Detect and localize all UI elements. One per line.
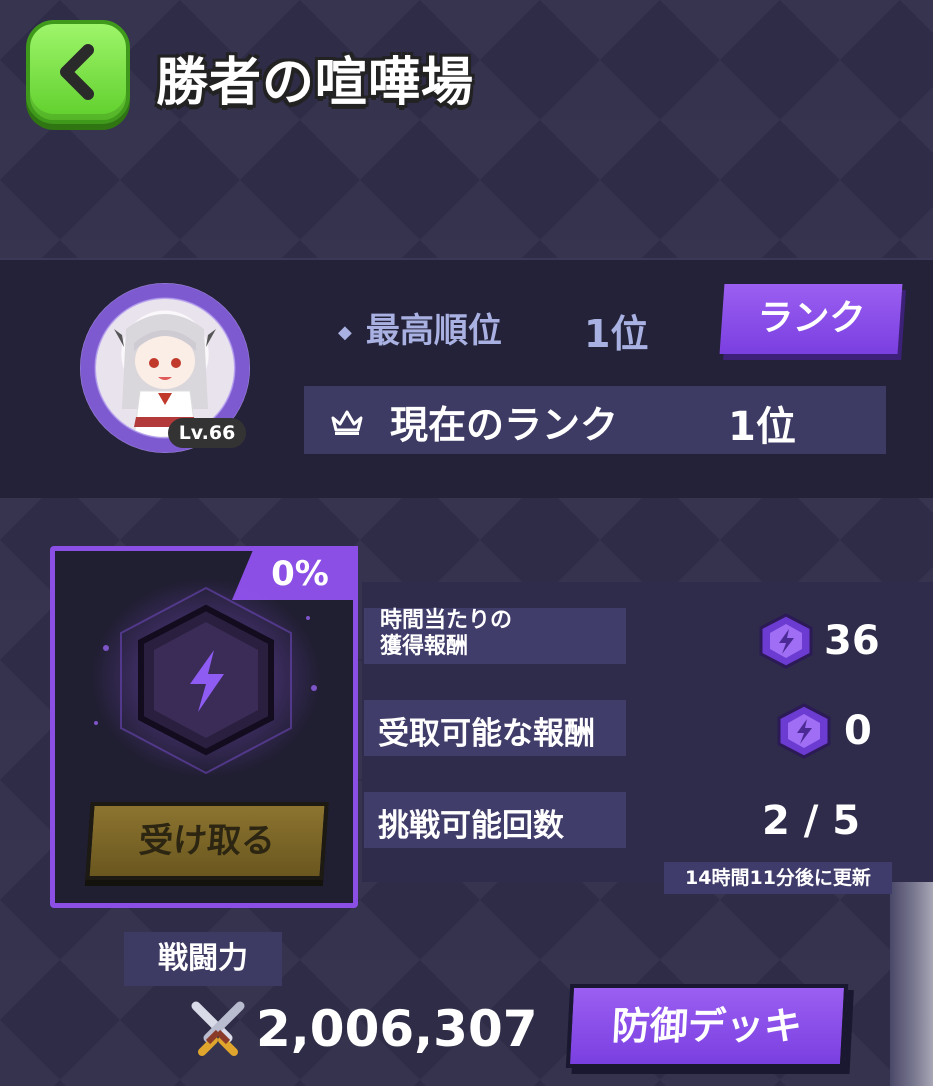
energy-gem-icon (86, 578, 326, 792)
power-label: 戦闘力 (124, 932, 282, 986)
hourly-label: 時間当たりの 獲得報酬 (380, 608, 512, 660)
hourly-reward-value: 36 (824, 618, 880, 664)
power-value: 2,006,307 (256, 1000, 538, 1058)
claimable-reward-value: 0 (844, 708, 872, 754)
challenges-value: 2 / 5 (762, 798, 861, 844)
purple-gem-icon (756, 612, 816, 674)
current-rank-label: 現在のランク (390, 403, 619, 447)
hourly-label-line2: 獲得報酬 (380, 634, 469, 659)
defense-deck-button[interactable]: 防御デッキ (565, 984, 849, 1068)
diamond-icon: ◆ (338, 322, 352, 343)
best-rank-label: ◆ 最高順位 (338, 303, 502, 352)
character-portrait (114, 314, 216, 437)
rank-button[interactable]: ランク (719, 284, 903, 354)
crown-icon (330, 408, 364, 440)
hourly-label-line1: 時間当たりの (380, 608, 513, 633)
refresh-timer: 14時間11分後に更新 (664, 862, 892, 894)
current-rank-value: 1位 (728, 404, 796, 450)
best-rank-value: 1位 (584, 312, 649, 356)
challenges-label: 挑戦可能回数 (378, 808, 564, 844)
claimable-label: 受取可能な報酬 (378, 716, 595, 752)
claim-button[interactable]: 受け取る (85, 802, 329, 880)
avatar[interactable] (96, 299, 234, 437)
level-badge: Lv.66 (168, 418, 246, 448)
crossed-swords-icon (188, 1000, 248, 1062)
purple-gem-icon (774, 702, 834, 764)
page-title: 勝者の喧嘩場 (156, 53, 475, 113)
chevron-left-icon (60, 44, 94, 100)
best-rank-label-text: 最高順位 (365, 311, 502, 351)
back-button[interactable] (26, 20, 130, 124)
